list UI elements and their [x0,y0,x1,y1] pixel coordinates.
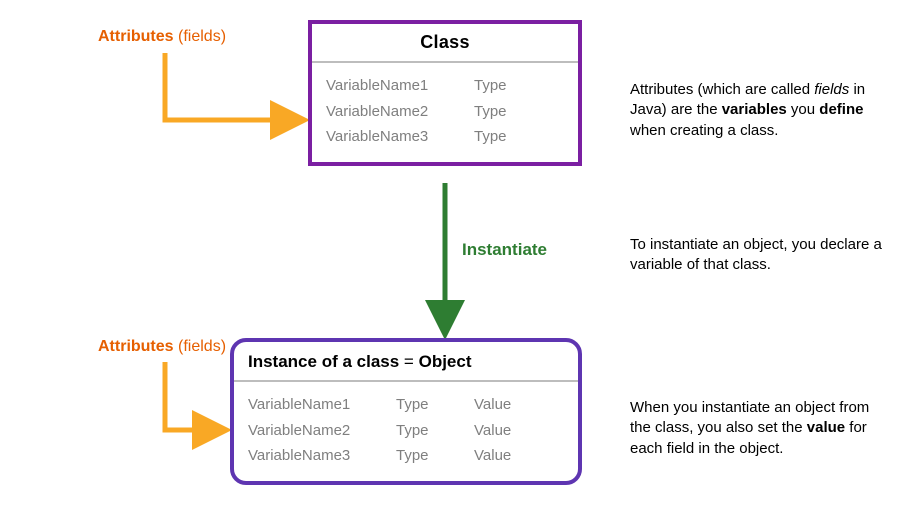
object-row: VariableName3 Type Value [248,443,564,469]
label-attributes-text: Attributes [98,28,174,45]
variable-name: VariableName3 [248,443,368,469]
class-row: VariableName3 Type [326,124,564,150]
class-box: Class VariableName1 Type VariableName2 T… [308,20,582,166]
variable-type: Type [474,99,524,125]
label-attributes-bottom: Attributes (fields) [98,338,226,356]
arrow-attributes-bottom [165,362,222,430]
variable-name: VariableName1 [248,392,368,418]
variable-value: Value [474,418,524,444]
object-title: Instance of a class = Object [234,342,578,382]
variable-type: Type [396,443,446,469]
object-row: VariableName1 Type Value [248,392,564,418]
variable-type: Type [396,418,446,444]
variable-name: VariableName1 [326,73,446,99]
class-title: Class [312,24,578,63]
object-title-pre: Instance of a class [248,352,399,371]
label-attributes-paren-2: (fields) [178,338,226,355]
object-body: VariableName1 Type Value VariableName2 T… [234,382,578,481]
variable-type: Type [396,392,446,418]
label-attributes-top: Attributes (fields) [98,28,226,46]
object-title-post: Object [419,352,472,371]
object-title-eq: = [404,352,414,371]
explain-attributes: Attributes (which are called fields in J… [630,80,890,141]
variable-value: Value [474,392,524,418]
class-body: VariableName1 Type VariableName2 Type Va… [312,63,578,162]
variable-name: VariableName2 [326,99,446,125]
variable-type: Type [474,73,524,99]
explain-object: When you instantiate an object from the … [630,398,890,459]
label-instantiate: Instantiate [462,240,547,260]
variable-name: VariableName3 [326,124,446,150]
label-attributes-paren: (fields) [178,28,226,45]
variable-name: VariableName2 [248,418,368,444]
variable-value: Value [474,443,524,469]
arrow-attributes-top [165,53,300,120]
object-row: VariableName2 Type Value [248,418,564,444]
label-attributes-text-2: Attributes [98,338,174,355]
class-row: VariableName1 Type [326,73,564,99]
explain-instantiate: To instantiate an object, you declare a … [630,235,890,276]
variable-type: Type [474,124,524,150]
object-box: Instance of a class = Object VariableNam… [230,338,582,485]
class-row: VariableName2 Type [326,99,564,125]
